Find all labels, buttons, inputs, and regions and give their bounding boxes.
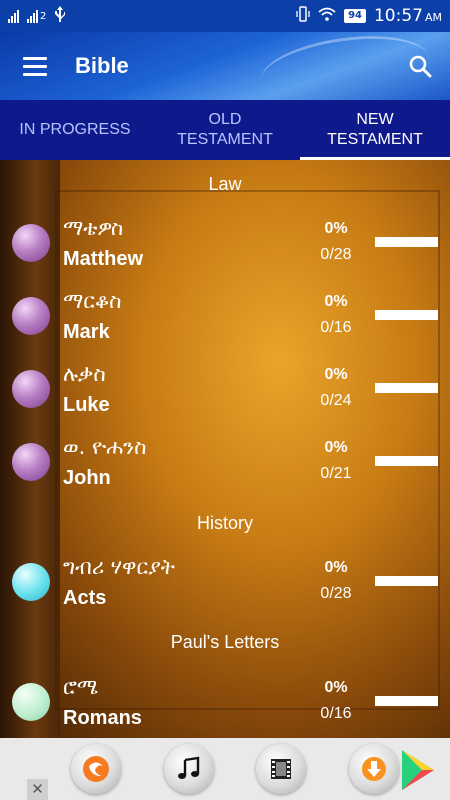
download-icon[interactable]	[348, 744, 399, 794]
video-icon[interactable]	[256, 744, 307, 794]
tab-in-progress[interactable]: IN PROGRESS	[0, 100, 150, 160]
progress-bar	[375, 576, 438, 586]
book-list[interactable]: Law ማቴዎስ Matthew 0% 0/28 ማርቆስ Mark 0% 0/…	[0, 160, 450, 738]
app-bar: Bible	[0, 32, 450, 100]
book-percent: 0%	[324, 293, 348, 310]
progress-bar	[375, 456, 438, 466]
book-name-english: John	[63, 467, 111, 489]
usb-icon	[54, 6, 66, 26]
progress-bar	[375, 383, 438, 393]
progress-bar	[375, 696, 438, 706]
book-name-amharic: ሉቃስ	[63, 362, 106, 386]
progress-bar	[375, 237, 438, 247]
app-title: Bible	[75, 53, 129, 78]
tab-old-testament[interactable]: OLD TESTAMENT	[150, 100, 300, 160]
book-name-english: Matthew	[63, 248, 143, 270]
ad-close-button[interactable]: ✕	[27, 779, 48, 800]
book-row-acts[interactable]: ግብሪ ሃዋርያት Acts 0% 0/28	[0, 555, 450, 625]
book-chapter-count: 0/16	[320, 319, 352, 336]
book-status-dot	[12, 563, 50, 601]
status-bar: 2 94 10:57 AM	[0, 0, 450, 32]
book-name-english: Luke	[63, 394, 110, 416]
hamburger-menu-icon[interactable]	[23, 56, 47, 76]
search-icon[interactable]	[408, 54, 432, 78]
book-chapter-count: 0/28	[320, 585, 352, 602]
book-name-amharic: ወ. ዮሐንስ	[63, 435, 147, 459]
battery-indicator: 94	[344, 9, 366, 23]
signal-icon	[8, 9, 19, 23]
clock: 10:57 AM	[373, 6, 442, 26]
vibrate-icon	[296, 6, 310, 26]
book-name-english: Romans	[63, 707, 142, 729]
music-icon[interactable]	[163, 744, 214, 794]
book-percent: 0%	[324, 220, 348, 237]
uc-browser-icon[interactable]	[71, 744, 122, 794]
book-name-amharic: ማቴዎስ	[63, 216, 124, 240]
section-header-pauls-letters: Paul's Letters	[170, 632, 280, 652]
book-percent: 0%	[324, 439, 348, 456]
section-header-law: Law	[208, 174, 242, 194]
book-status-dot	[12, 224, 50, 262]
play-store-icon[interactable]	[398, 748, 438, 796]
book-row-romans[interactable]: ሮሜ Romans 0% 0/16	[0, 675, 450, 738]
book-row-matthew[interactable]: ማቴዎስ Matthew 0% 0/28	[0, 216, 450, 286]
book-status-dot	[12, 443, 50, 481]
book-percent: 0%	[324, 679, 348, 696]
signal-2-icon	[27, 9, 38, 23]
book-status-dot	[12, 370, 50, 408]
sim-2-label: 2	[40, 10, 47, 22]
tab-bar: IN PROGRESS OLD TESTAMENT NEW TESTAMENT	[0, 100, 450, 160]
book-status-dot	[12, 683, 50, 721]
book-row-mark[interactable]: ማርቆስ Mark 0% 0/16	[0, 289, 450, 359]
book-chapter-count: 0/28	[320, 246, 352, 263]
progress-bar	[375, 310, 438, 320]
book-percent: 0%	[324, 366, 348, 383]
book-name-amharic: ግብሪ ሃዋርያት	[63, 555, 175, 579]
book-percent: 0%	[324, 559, 348, 576]
ad-banner[interactable]	[0, 738, 450, 800]
book-row-luke[interactable]: ሉቃስ Luke 0% 0/24	[0, 362, 450, 432]
book-name-amharic: ማርቆስ	[63, 289, 122, 313]
book-name-english: Mark	[63, 321, 110, 343]
book-status-dot	[12, 297, 50, 335]
section-header-history: History	[196, 513, 253, 533]
book-chapter-count: 0/24	[320, 392, 352, 409]
book-name-english: Acts	[63, 587, 107, 609]
book-chapter-count: 0/16	[320, 705, 352, 722]
book-chapter-count: 0/21	[320, 465, 352, 482]
tab-new-testament[interactable]: NEW TESTAMENT	[300, 100, 450, 160]
book-name-amharic: ሮሜ	[63, 675, 99, 699]
wifi-icon	[318, 7, 336, 25]
book-row-john[interactable]: ወ. ዮሐንስ John 0% 0/21	[0, 435, 450, 505]
